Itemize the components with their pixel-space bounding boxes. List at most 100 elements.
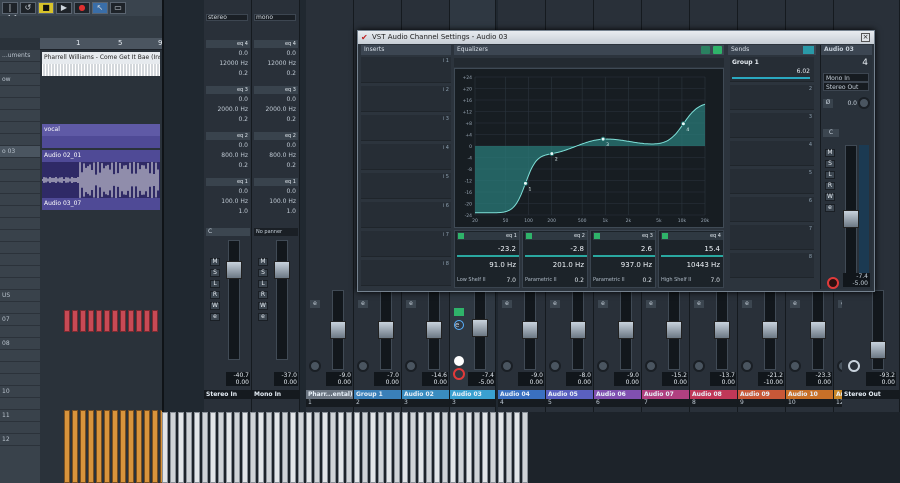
track-list-item[interactable] [0,350,40,362]
audio-event[interactable] [346,412,352,483]
input-gain-knob[interactable] [858,97,870,109]
channel-pan-value[interactable]: -5.00 [843,280,870,287]
volume-value[interactable]: -9.0 [326,372,352,379]
audio-event[interactable] [210,412,216,483]
audio-event[interactable] [266,412,272,483]
track-list-item[interactable] [0,158,40,170]
eq-band-gain[interactable]: -2.8 [570,245,584,253]
eq-freq-value[interactable]: 800.0 Hz [256,152,296,159]
equalizers-header[interactable]: Equalizers [454,45,724,55]
channel-edit-button[interactable]: e [598,300,608,308]
eq-freq-value[interactable]: 100.0 Hz [208,198,248,205]
audio-event[interactable] [64,410,70,483]
output-monitor-knob[interactable] [848,360,860,372]
pan-value[interactable]: -5.00 [468,379,495,386]
channel-edit-button[interactable]: e [550,300,560,308]
insert-slot[interactable]: i 2 [361,86,451,112]
channel-edit-button[interactable]: e [310,300,320,308]
eq-band-name[interactable]: eq 4 [661,232,723,240]
channel-edit-button[interactable]: e [646,300,656,308]
volume-fader-cap[interactable] [378,321,394,339]
volume-fader-track[interactable] [714,290,730,370]
midi-note[interactable] [136,310,142,332]
insert-slot[interactable]: i 6 [361,202,451,228]
channel-name[interactable]: Audio 08 [690,390,737,399]
track-list-item[interactable]: 08 [0,338,40,350]
channel-e-button[interactable]: e [258,313,268,321]
track-list-item[interactable]: ow [0,74,40,86]
channel-name[interactable]: Stereo In [204,390,251,399]
channel-edit-button[interactable]: e [502,300,512,308]
audio-event[interactable] [202,412,208,483]
channel-r-button[interactable]: R [210,291,220,299]
volume-fader-track[interactable] [666,290,682,370]
audio-event[interactable] [218,412,224,483]
audio-event[interactable] [322,412,328,483]
audio-event[interactable] [450,412,456,483]
audio-event[interactable] [394,412,400,483]
eq-band-name[interactable]: eq 3 [593,232,655,240]
eq-gain-value[interactable]: 0.0 [208,188,248,195]
track-list-item[interactable] [0,98,40,110]
eq-band-frequency[interactable]: 91.0 Hz [489,261,516,269]
eq-freq-value[interactable]: 100.0 Hz [256,198,296,205]
eq-curve-graph[interactable]: +24 +20 +16 +12 +8 +4 0 -4 -8 -12 -16 -20 -2420 50 100… [455,69,723,227]
track-list-item[interactable] [0,182,40,194]
pan-value[interactable]: 0.00 [806,379,832,386]
volume-fader-cap[interactable] [426,321,442,339]
eq-band-q[interactable]: 0.2 [642,277,652,284]
eq-band-enable-icon[interactable] [526,233,532,239]
track-list-item[interactable] [0,266,40,278]
eq-band-handle[interactable] [600,136,606,142]
pan-value[interactable]: 0.00 [710,379,736,386]
audio-event[interactable] [458,412,464,483]
send-slot[interactable]: 3 [730,113,814,138]
audio-event[interactable] [234,412,240,483]
eq-band-gain[interactable]: 2.6 [641,245,652,253]
audio-event[interactable] [170,412,176,483]
vst-window-titlebar[interactable]: ✔ VST Audio Channel Settings - Audio 03 … [358,31,874,44]
audio-event[interactable] [402,412,408,483]
rewind-start-button[interactable]: |◀◀ [2,2,18,22]
insert-slot[interactable]: i 8 [361,260,451,286]
output-fader-track[interactable] [870,290,886,370]
output-fader-cap[interactable] [870,341,886,359]
eq-curve-display[interactable]: +24 +20 +16 +12 +8 +4 0 -4 -8 -12 -16 -20 -24 20 50 100… [454,68,724,228]
eq-band-header[interactable]: eq 3 [206,86,250,94]
input-routing-select[interactable]: mono [254,14,296,21]
midi-note[interactable] [120,310,126,332]
send-slot[interactable]: 8 [730,253,814,278]
channel-name[interactable]: Audio 06 [594,390,641,399]
track-list-item[interactable]: US [0,290,40,302]
audio-event[interactable] [250,412,256,483]
audio-event[interactable] [226,412,232,483]
audio-event[interactable] [378,412,384,483]
volume-fader-track[interactable] [330,290,346,370]
track-list-item[interactable]: o 03 [0,146,40,158]
channel-m-button[interactable]: M [210,258,220,266]
track-list-item[interactable] [0,362,40,374]
eq-band-gain[interactable]: 15.4 [704,245,720,253]
audio-event[interactable] [442,412,448,483]
volume-fader-track[interactable] [472,290,488,370]
volume-fader-cap[interactable] [274,261,290,279]
channel-edit-button[interactable]: e [742,300,752,308]
channel-r-button[interactable]: R [258,291,268,299]
volume-value[interactable]: -7.4 [468,372,495,379]
eq-band-handle[interactable] [522,180,528,186]
pan-control[interactable]: C [206,228,250,236]
channel-name-label[interactable]: Audio 03 [821,45,872,55]
channel-name[interactable]: Audio 05 [546,390,593,399]
eq-band-header[interactable]: eq 2 [206,132,250,140]
eq-band-frequency[interactable]: 10443 Hz [687,261,720,269]
audio-event[interactable] [354,412,360,483]
audio-event[interactable] [490,412,496,483]
song-clip[interactable]: Pharrell Williams - Come Get It Bae (Ins… [42,52,160,64]
audio-event[interactable] [314,412,320,483]
midi-note[interactable] [80,310,86,332]
pan-value[interactable]: -10.00 [758,379,784,386]
eq-gain-value[interactable]: 0.0 [256,188,296,195]
output-channel-name[interactable]: Stereo Out [842,390,899,399]
volume-value[interactable]: -13.7 [710,372,736,379]
audio-event[interactable] [162,412,168,483]
